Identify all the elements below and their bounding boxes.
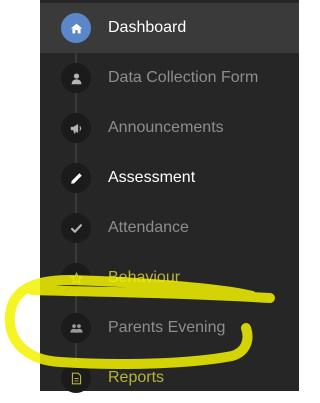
nav-label: Dashboard — [108, 19, 187, 36]
pencil-icon — [61, 163, 91, 193]
check-icon — [61, 213, 91, 243]
nav-label: Attendance — [108, 219, 189, 236]
nav-item-attendance[interactable]: Attendance — [40, 203, 299, 253]
nav-item-behaviour[interactable]: Behaviour — [40, 253, 299, 303]
home-icon — [61, 13, 91, 43]
nav-item-assessment[interactable]: Assessment — [40, 153, 299, 203]
user-icon — [61, 63, 91, 93]
nav-item-announcements[interactable]: Announcements — [40, 103, 299, 153]
nav-label: Reports — [108, 369, 165, 386]
nav-label: Assessment — [108, 169, 196, 186]
bullhorn-icon — [61, 113, 91, 143]
nav-item-dashboard[interactable]: Dashboard — [40, 3, 299, 53]
sidebar-nav: Dashboard Data Collection Form Announcem… — [40, 0, 299, 393]
star-icon — [61, 263, 91, 293]
document-icon — [61, 363, 91, 393]
group-icon — [61, 313, 91, 343]
nav-item-parents-evening[interactable]: Parents Evening — [40, 303, 299, 353]
nav-label: Behaviour — [108, 269, 181, 286]
nav-item-reports[interactable]: Reports — [40, 353, 299, 403]
nav-label: Data Collection Form — [108, 69, 259, 86]
nav-label: Announcements — [108, 119, 224, 136]
nav-item-data-collection-form[interactable]: Data Collection Form — [40, 53, 299, 103]
nav-label: Parents Evening — [108, 319, 226, 336]
